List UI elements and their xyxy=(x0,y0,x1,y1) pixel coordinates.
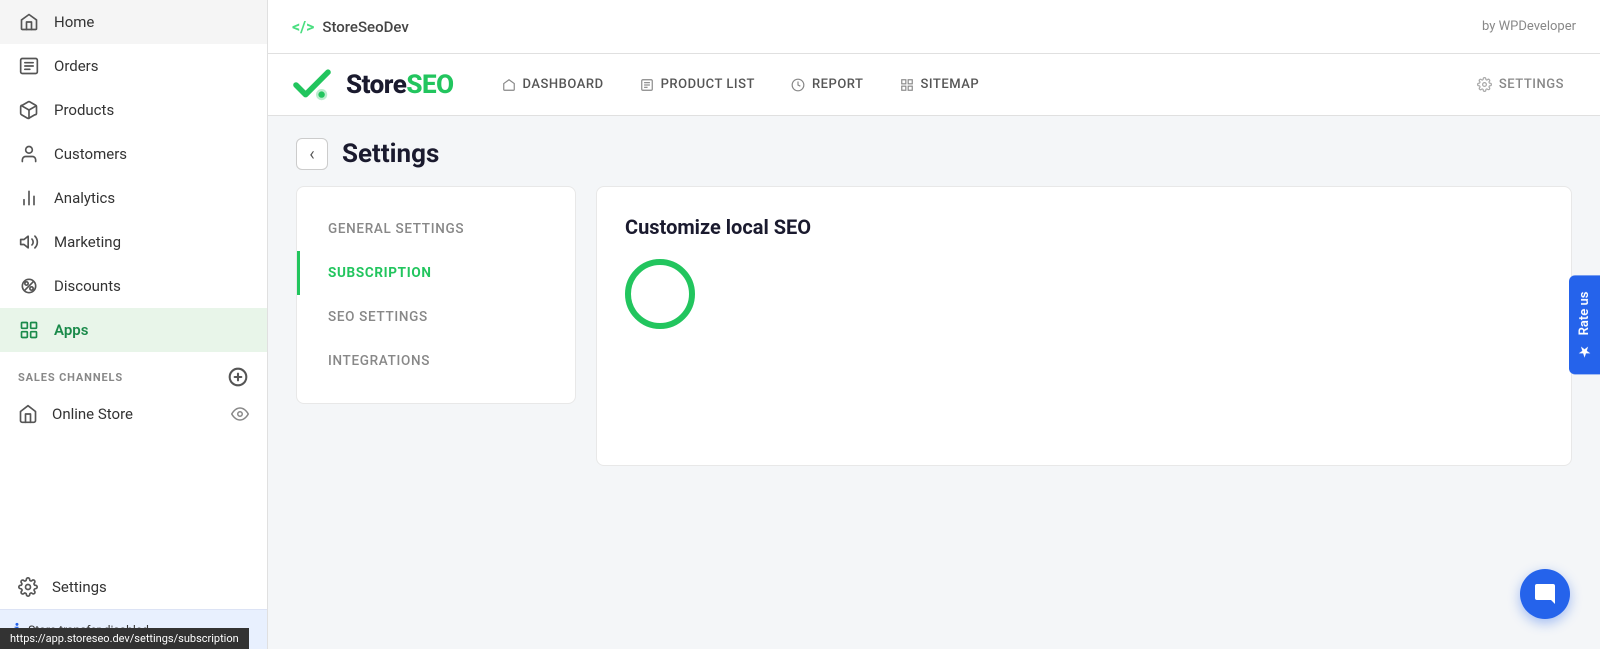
settings-content: ‹ Settings GENERAL SETTINGS SUBSCRIPTION… xyxy=(268,116,1600,466)
nav-product-list[interactable]: PRODUCT LIST xyxy=(624,69,771,100)
sidebar: Home Orders Products xyxy=(0,0,268,649)
settings-nav-subscription[interactable]: SUBSCRIPTION xyxy=(297,251,575,295)
apps-icon xyxy=(18,319,40,341)
sitemap-icon xyxy=(900,78,914,92)
storeseo-logo-text: StoreSEO xyxy=(346,70,454,100)
nav-dashboard[interactable]: DASHBOARD xyxy=(486,69,620,100)
url-bar: https://app.storeseo.dev/settings/subscr… xyxy=(0,628,249,649)
storeseo-logo: StoreSEO xyxy=(288,61,454,109)
settings-panel-title: Customize local SEO xyxy=(625,215,1543,239)
settings-body: GENERAL SETTINGS SUBSCRIPTION SEO SETTIN… xyxy=(268,186,1600,466)
sidebar-item-label: Apps xyxy=(54,321,88,339)
marketing-icon xyxy=(18,231,40,253)
sidebar-item-orders[interactable]: Orders xyxy=(0,44,267,88)
nav-report[interactable]: REPORT xyxy=(775,69,880,100)
storeseo-nav: StoreSEO DASHBOARD PRODUCT LIST REPORT xyxy=(268,54,1600,116)
back-chevron-icon: ‹ xyxy=(309,144,314,165)
sidebar-item-label: Products xyxy=(54,101,114,119)
rate-us-tab[interactable]: ★ Rate us xyxy=(1569,275,1600,374)
storeseo-nav-links: DASHBOARD PRODUCT LIST REPORT SITEMAP xyxy=(486,69,996,100)
settings-nav-seo[interactable]: SEO SETTINGS xyxy=(297,295,575,339)
main-area: </> StoreSeoDev by WPDeveloper StoreSEO … xyxy=(268,0,1600,649)
settings-nav-integrations[interactable]: INTEGRATIONS xyxy=(297,339,575,383)
report-icon xyxy=(791,78,805,92)
sidebar-item-discounts[interactable]: Discounts xyxy=(0,264,267,308)
product-list-icon xyxy=(640,78,654,92)
sidebar-item-label: Home xyxy=(54,13,94,31)
green-circle-decoration xyxy=(625,259,695,329)
sidebar-item-apps[interactable]: Apps xyxy=(0,308,267,352)
sidebar-item-label: Discounts xyxy=(54,277,121,295)
analytics-icon xyxy=(18,187,40,209)
topbar-brand: </> StoreSeoDev xyxy=(292,17,409,36)
add-sales-channel-icon[interactable] xyxy=(227,366,249,388)
sidebar-item-label: Analytics xyxy=(54,189,115,207)
nav-sitemap[interactable]: SITEMAP xyxy=(884,69,996,100)
url-text: https://app.storeseo.dev/settings/subscr… xyxy=(10,632,239,645)
topbar-brand-name: StoreSeoDev xyxy=(322,18,408,36)
sidebar-item-customers[interactable]: Customers xyxy=(0,132,267,176)
settings-title: Settings xyxy=(342,139,439,169)
settings-label: Settings xyxy=(52,578,107,596)
topbar-by-label: by WPDeveloper xyxy=(1482,19,1576,34)
products-icon xyxy=(18,99,40,121)
nav-settings-icon xyxy=(1477,77,1492,92)
home-icon xyxy=(18,11,40,33)
star-icon: ★ xyxy=(1577,343,1592,358)
orders-icon xyxy=(18,55,40,77)
settings-panel: Customize local SEO xyxy=(596,186,1572,466)
rate-us-label: Rate us xyxy=(1577,291,1592,335)
settings-back-button[interactable]: ‹ xyxy=(296,138,328,170)
online-store-label: Online Store xyxy=(52,405,133,423)
sales-channels-label: SALES CHANNELS xyxy=(0,352,267,394)
discounts-icon xyxy=(18,275,40,297)
chat-icon xyxy=(1533,582,1557,606)
customers-icon xyxy=(18,143,40,165)
sidebar-item-settings[interactable]: Settings xyxy=(0,565,267,609)
sidebar-item-online-store[interactable]: Online Store xyxy=(0,394,267,434)
sidebar-item-label: Customers xyxy=(54,145,127,163)
sidebar-item-products[interactable]: Products xyxy=(0,88,267,132)
eye-icon[interactable] xyxy=(231,405,249,423)
sidebar-item-label: Orders xyxy=(54,57,99,75)
chat-button[interactable] xyxy=(1520,569,1570,619)
code-icon: </> xyxy=(292,17,314,36)
app-frame: ‹ Settings GENERAL SETTINGS SUBSCRIPTION… xyxy=(268,116,1600,649)
sidebar-item-marketing[interactable]: Marketing xyxy=(0,220,267,264)
nav-settings[interactable]: SETTINGS xyxy=(1461,69,1580,100)
settings-sidebar: GENERAL SETTINGS SUBSCRIPTION SEO SETTIN… xyxy=(296,186,576,404)
settings-header: ‹ Settings xyxy=(268,116,1600,186)
settings-nav-general[interactable]: GENERAL SETTINGS xyxy=(297,207,575,251)
dashboard-icon xyxy=(502,78,516,92)
settings-icon xyxy=(18,577,38,597)
topbar: </> StoreSeoDev by WPDeveloper xyxy=(268,0,1600,54)
storeseo-logo-icon xyxy=(288,61,336,109)
online-store-icon xyxy=(18,404,38,424)
sidebar-item-home[interactable]: Home xyxy=(0,0,267,44)
sidebar-item-label: Marketing xyxy=(54,233,121,251)
sidebar-item-analytics[interactable]: Analytics xyxy=(0,176,267,220)
